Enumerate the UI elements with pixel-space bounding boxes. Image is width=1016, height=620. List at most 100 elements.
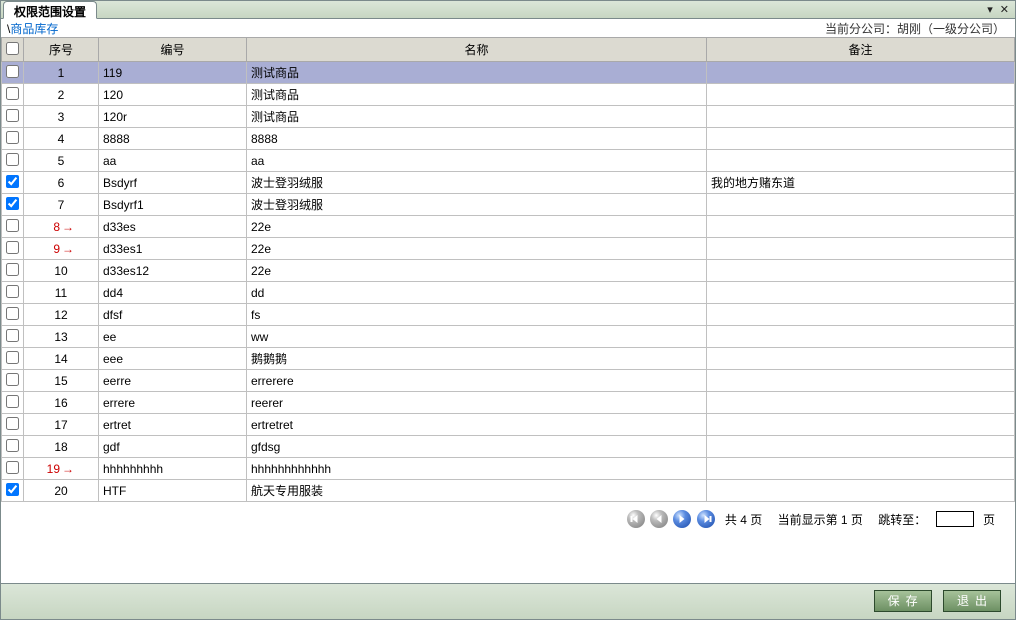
cell-index: 17 [24,414,99,436]
cell-note [707,414,1015,436]
exit-button[interactable]: 退出 [943,590,1001,612]
row-checkbox[interactable] [6,285,19,298]
prev-page-icon[interactable] [650,510,668,528]
col-code[interactable]: 编号 [99,38,247,62]
breadcrumb-bar: \商品库存 当前分公司：胡刚（一级分公司） [1,19,1015,37]
jump-page-input[interactable] [936,511,974,527]
cell-note [707,238,1015,260]
footer-bar: 保存 退出 [1,583,1015,619]
cell-name: reerer [247,392,707,414]
cell-index: 15 [24,370,99,392]
table-row[interactable]: 19→hhhhhhhhhhhhhhhhhhhhh [2,458,1015,480]
cell-index: 2 [24,84,99,106]
row-checkbox[interactable] [6,175,19,188]
next-page-icon[interactable] [673,510,691,528]
cell-code: 120r [99,106,247,128]
cell-name: 鹅鹅鹅 [247,348,707,370]
col-name[interactable]: 名称 [247,38,707,62]
title-bar: 权限范围设置 ▾ ✕ [1,1,1015,19]
row-checkbox[interactable] [6,197,19,210]
row-checkbox[interactable] [6,131,19,144]
table-row[interactable]: 13eeww [2,326,1015,348]
cell-index: 9→ [24,238,99,260]
pager: 共 4 页 当前显示第 1 页 跳转至： 页 [1,502,1015,538]
row-checkbox[interactable] [6,263,19,276]
cell-name: 22e [247,238,707,260]
table-row[interactable]: 7Bsdyrf1波士登羽绒服 [2,194,1015,216]
cell-name: ww [247,326,707,348]
table-row[interactable]: 12dfsffs [2,304,1015,326]
row-checkbox[interactable] [6,241,19,254]
cell-name: 8888 [247,128,707,150]
first-page-icon[interactable] [627,510,645,528]
row-checkbox[interactable] [6,439,19,452]
cell-note [707,458,1015,480]
table-row[interactable]: 14eee鹅鹅鹅 [2,348,1015,370]
table-row[interactable]: 3120r测试商品 [2,106,1015,128]
row-checkbox[interactable] [6,307,19,320]
cell-code: eee [99,348,247,370]
table-row[interactable]: 1119测试商品 [2,62,1015,84]
table-row[interactable]: 17ertretertretret [2,414,1015,436]
table-row[interactable]: 10d33es1222e [2,260,1015,282]
pager-total: 共 4 页 [725,513,762,527]
table-row[interactable]: 11dd4dd [2,282,1015,304]
cell-code: ertret [99,414,247,436]
table-row[interactable]: 8→d33es22e [2,216,1015,238]
cell-index: 1 [24,62,99,84]
cell-name: aa [247,150,707,172]
header-row: 序号 编号 名称 备注 [2,38,1015,62]
cell-index: 6 [24,172,99,194]
table-row[interactable]: 2120测试商品 [2,84,1015,106]
row-checkbox[interactable] [6,329,19,342]
cell-code: d33es [99,216,247,238]
window: 权限范围设置 ▾ ✕ \商品库存 当前分公司：胡刚（一级分公司） 序号 编号 名… [0,0,1016,620]
row-checkbox[interactable] [6,109,19,122]
row-checkbox[interactable] [6,153,19,166]
table-row[interactable]: 488888888 [2,128,1015,150]
cell-index: 10 [24,260,99,282]
row-checkbox[interactable] [6,461,19,474]
cell-name: dd [247,282,707,304]
row-checkbox[interactable] [6,351,19,364]
cell-note [707,194,1015,216]
col-index[interactable]: 序号 [24,38,99,62]
data-grid: 序号 编号 名称 备注 1119测试商品2120测试商品3120r测试商品488… [1,37,1015,502]
cell-name: 波士登羽绒服 [247,172,707,194]
save-button[interactable]: 保存 [874,590,932,612]
last-page-icon[interactable] [697,510,715,528]
cell-name: 测试商品 [247,84,707,106]
table-row[interactable]: 6Bsdyrf波士登羽绒服我的地方赌东道 [2,172,1015,194]
row-checkbox[interactable] [6,65,19,78]
row-checkbox[interactable] [6,417,19,430]
cell-note [707,348,1015,370]
breadcrumb-link[interactable]: 商品库存 [10,22,58,36]
table-row[interactable]: 16errerereerer [2,392,1015,414]
table-row[interactable]: 5aaaa [2,150,1015,172]
cell-note [707,84,1015,106]
col-check [2,38,24,62]
cell-code: Bsdyrf1 [99,194,247,216]
col-note[interactable]: 备注 [707,38,1015,62]
row-checkbox[interactable] [6,373,19,386]
cell-code: HTF [99,480,247,502]
cell-name: gfdsg [247,436,707,458]
table-row[interactable]: 9→d33es122e [2,238,1015,260]
row-checkbox[interactable] [6,395,19,408]
table-row[interactable]: 18gdfgfdsg [2,436,1015,458]
row-checkbox[interactable] [6,483,19,496]
cell-index: 19→ [24,458,99,480]
cell-index: 12 [24,304,99,326]
cell-index: 5 [24,150,99,172]
pager-current: 当前显示第 1 页 [778,513,863,527]
window-controls[interactable]: ▾ ✕ [987,3,1011,16]
cell-name: 测试商品 [247,106,707,128]
table-row[interactable]: 15eerreerrerere [2,370,1015,392]
cell-name: 22e [247,260,707,282]
row-checkbox[interactable] [6,87,19,100]
select-all-checkbox[interactable] [6,42,19,55]
cell-note [707,480,1015,502]
row-checkbox[interactable] [6,219,19,232]
cell-code: eerre [99,370,247,392]
table-row[interactable]: 20HTF航天专用服装 [2,480,1015,502]
